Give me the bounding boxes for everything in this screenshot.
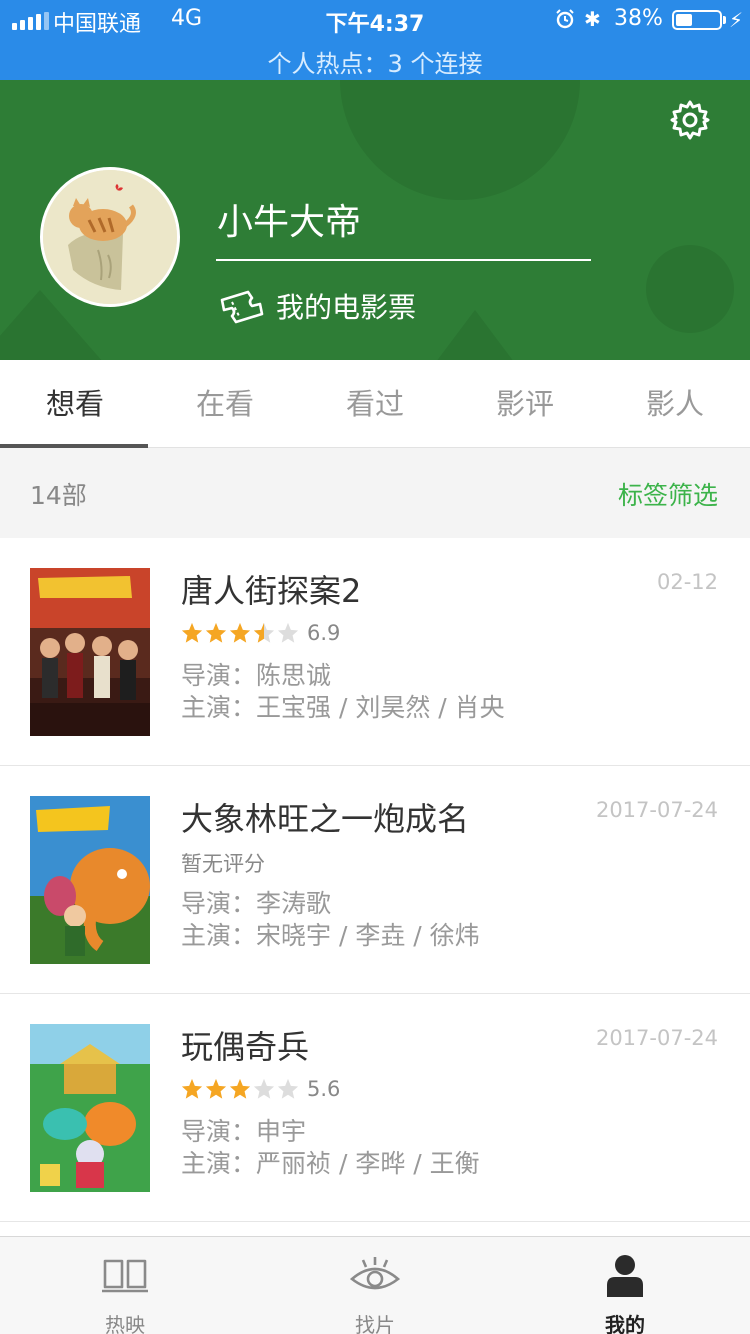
bluetooth-icon: ✱	[584, 7, 601, 31]
bottom-nav: 热映 找片 我的	[0, 1236, 750, 1334]
eye-icon	[350, 1257, 400, 1290]
rating-score: 5.6	[307, 1077, 341, 1101]
no-rating-label: 暂无评分	[181, 852, 265, 876]
my-tickets-button[interactable]: 我的电影票	[218, 286, 416, 326]
battery-icon	[672, 10, 722, 30]
star-empty-icon	[277, 1078, 299, 1099]
star-icon	[229, 1078, 251, 1099]
movie-item[interactable]: 大象林旺之一炮成名 2017-07-24 暂无评分 导演：李涛歌 主演：宋晓宇 …	[0, 766, 750, 994]
movie-item[interactable]: 唐人街探案2 02-12 6.9 导演：陈思诚 主演：王宝强 / 刘昊然 / 肖…	[0, 538, 750, 766]
nav-mine[interactable]: 我的	[500, 1237, 750, 1334]
movie-director: 导演：陈思诚	[181, 661, 332, 690]
star-icon	[205, 1078, 227, 1099]
avatar[interactable]	[40, 167, 180, 307]
nav-label: 找片	[355, 1313, 395, 1334]
movie-title: 大象林旺之一炮成名	[181, 800, 470, 838]
movie-date: 2017-07-24	[595, 798, 718, 822]
ticket-icon	[220, 290, 264, 324]
header-decoration	[340, 80, 580, 200]
list-header: 14部 标签筛选	[0, 448, 750, 538]
tab-reviews[interactable]: 影评	[450, 360, 600, 448]
nav-label: 热映	[105, 1313, 145, 1334]
profile-header: 小牛大帝 我的电影票	[0, 80, 750, 360]
movie-poster	[30, 568, 150, 736]
tab-watching[interactable]: 在看	[150, 360, 300, 448]
movie-cast: 主演：严丽祯 / 李晔 / 王衡	[181, 1149, 480, 1178]
tag-filter-button[interactable]: 标签筛选	[618, 476, 718, 512]
star-empty-icon	[253, 1078, 275, 1099]
star-empty-icon	[277, 622, 299, 643]
movie-date: 02-12	[656, 570, 718, 594]
header-decoration	[430, 310, 520, 360]
header-decoration	[646, 245, 734, 333]
nav-label: 我的	[605, 1313, 645, 1334]
gear-icon[interactable]	[668, 98, 712, 142]
tab-want-to-watch[interactable]: 想看	[0, 360, 150, 448]
movie-poster	[30, 1024, 150, 1192]
person-icon	[607, 1255, 643, 1297]
divider	[216, 259, 591, 261]
nav-discover[interactable]: 找片	[250, 1237, 500, 1334]
book-icon	[102, 1259, 148, 1293]
movie-item[interactable]: 玩偶奇兵 2017-07-24 5.6 导演：申宇 主演：严丽祯 / 李晔 / …	[0, 994, 750, 1222]
tab-people[interactable]: 影人	[600, 360, 750, 448]
star-icon	[181, 1078, 203, 1099]
star-icon	[181, 622, 203, 643]
rating: 6.9	[181, 618, 340, 648]
tab-watched[interactable]: 看过	[300, 360, 450, 448]
battery-percent: 38%	[614, 6, 663, 31]
movie-cast: 主演：王宝强 / 刘昊然 / 肖央	[181, 693, 505, 722]
category-tabs: 想看 在看 看过 影评 影人	[0, 360, 750, 448]
star-half-icon	[253, 622, 275, 643]
my-tickets-label: 我的电影票	[276, 291, 417, 324]
movie-director: 导演：申宇	[181, 1117, 307, 1146]
movie-title: 玩偶奇兵	[181, 1028, 310, 1066]
movie-director: 导演：李涛歌	[181, 889, 332, 918]
star-icon	[205, 622, 227, 643]
star-icon	[229, 622, 251, 643]
rating-score: 6.9	[307, 621, 341, 645]
status-bar: 中国联通 4G 下午4:37 ✱ 38% ⚡ 个人热点：3 个连接	[0, 0, 750, 80]
username[interactable]: 小牛大帝	[217, 193, 361, 245]
movie-cast: 主演：宋晓宇 / 李垚 / 徐炜	[181, 921, 480, 950]
movie-date: 2017-07-24	[595, 1026, 718, 1050]
nav-now-showing[interactable]: 热映	[0, 1237, 250, 1334]
alarm-icon	[556, 9, 574, 29]
movie-poster	[30, 796, 150, 964]
movie-title: 唐人街探案2	[181, 572, 362, 610]
hotspot-banner[interactable]: 个人热点：3 个连接	[0, 44, 750, 79]
rating: 5.6	[181, 1074, 340, 1104]
charging-icon: ⚡	[729, 8, 744, 32]
battery-cap	[723, 16, 726, 24]
movie-count: 14部	[30, 481, 87, 510]
